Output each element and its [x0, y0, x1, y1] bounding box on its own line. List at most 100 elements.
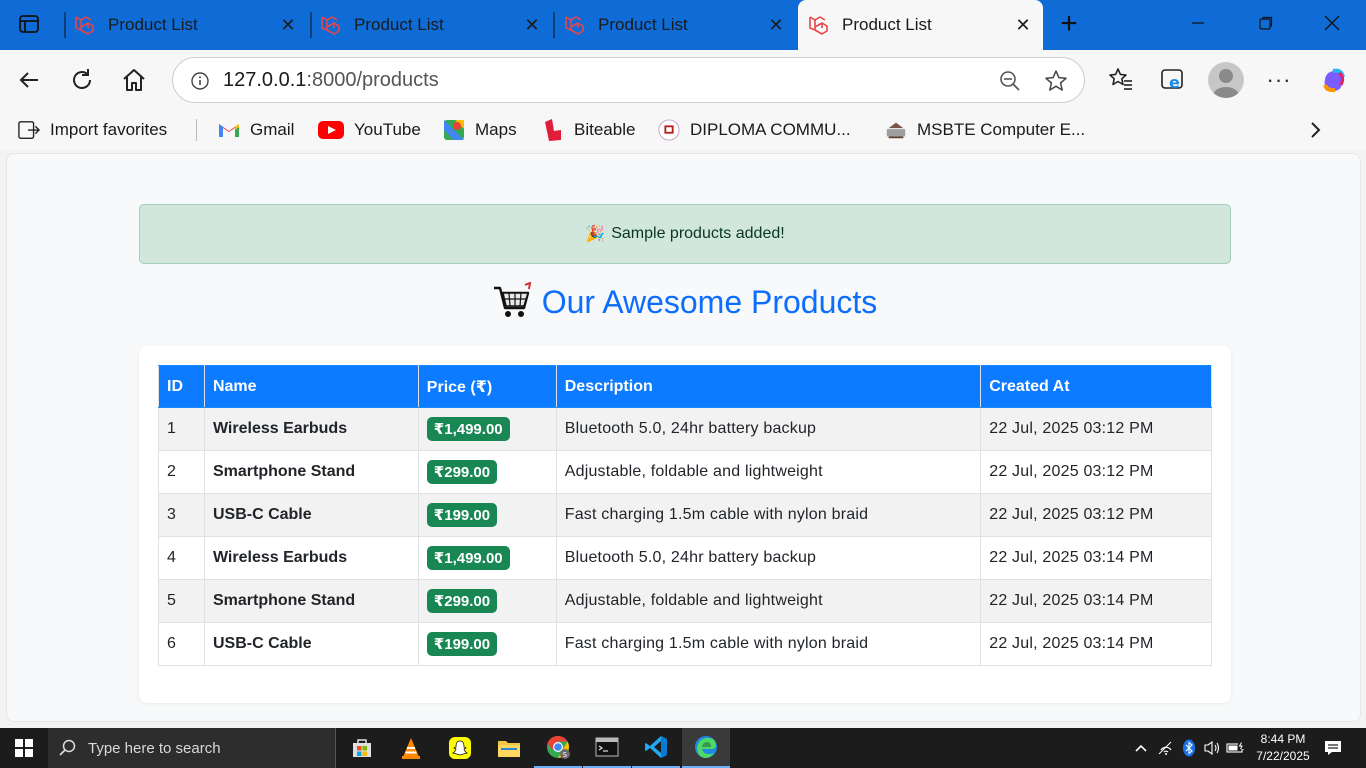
taskbar-edge[interactable]	[682, 728, 730, 768]
network-button[interactable]	[1154, 728, 1178, 768]
tab-title: Product List	[598, 15, 688, 34]
cell-name: USB-C Cable	[203, 622, 419, 666]
chevron-right-icon	[1311, 122, 1321, 138]
url-path: :8000/products	[306, 69, 439, 91]
profile-avatar[interactable]	[1208, 62, 1244, 98]
favorite-star-icon[interactable]	[1039, 64, 1073, 98]
bluetooth-icon	[1183, 739, 1195, 757]
taskbar-vscode[interactable]	[632, 728, 680, 768]
taskbar-clock[interactable]: 8:44 PM 7/22/2025	[1248, 731, 1318, 765]
tab-3[interactable]: Product List ✕	[562, 0, 796, 50]
favorite-youtube[interactable]: YouTube	[318, 118, 421, 142]
tab-title: Product List	[108, 15, 198, 34]
favorite-gmail[interactable]: Gmail	[218, 118, 294, 142]
favorite-label: DIPLOMA COMMU...	[690, 120, 851, 139]
favorite-msbte[interactable]: MSBTE Computer E...	[885, 118, 1085, 142]
column-header-id[interactable]: ID	[158, 365, 205, 408]
column-header-name[interactable]: Name	[203, 365, 419, 408]
tab-actions-button[interactable]	[10, 6, 48, 42]
taskbar-microsoft-store[interactable]	[338, 728, 386, 768]
taskbar-vlc[interactable]	[387, 728, 435, 768]
favorites-button[interactable]	[1102, 61, 1140, 99]
favorite-biteable[interactable]: Biteable	[542, 118, 635, 142]
tab-separator	[64, 12, 66, 38]
cell-name: Wireless Earbuds	[203, 407, 419, 451]
laravel-icon	[565, 16, 584, 35]
plus-icon: +	[1060, 7, 1078, 40]
copilot-icon	[1323, 68, 1345, 93]
table-row: 3 USB-C Cable ₹199.00 Fast charging 1.5m…	[158, 493, 1212, 537]
table-row: 4 Wireless Earbuds ₹1,499.00 Bluetooth 5…	[158, 536, 1212, 580]
close-icon[interactable]: ✕	[274, 11, 302, 39]
more-dots-icon: ···	[1266, 67, 1292, 92]
volume-button[interactable]	[1200, 728, 1224, 768]
table-row: 1 Wireless Earbuds ₹1,499.00 Bluetooth 5…	[158, 407, 1212, 451]
clock-date: 7/22/2025	[1256, 749, 1310, 763]
minimize-button[interactable]	[1164, 0, 1232, 46]
url-text[interactable]: 127.0.0.1:8000/products	[223, 69, 439, 92]
tab-2[interactable]: Product List ✕	[318, 0, 552, 50]
address-bar[interactable]: 127.0.0.1:8000/products	[172, 57, 1085, 103]
favorites-list-icon	[1109, 68, 1132, 90]
column-header-created-at[interactable]: Created At	[980, 365, 1212, 408]
tab-title: Product List	[842, 15, 932, 34]
taskbar-terminal[interactable]	[583, 728, 631, 768]
bluetooth-button[interactable]	[1178, 728, 1200, 768]
favorite-label: Gmail	[250, 120, 295, 139]
table-row: 2 Smartphone Stand ₹299.00 Adjustable, f…	[158, 450, 1212, 494]
favorites-separator	[196, 119, 197, 141]
products-card: ID Name Price (₹) Description Created At…	[139, 346, 1231, 703]
start-button[interactable]	[0, 728, 48, 768]
price-badge: ₹1,499.00	[426, 417, 510, 441]
refresh-button[interactable]	[63, 61, 101, 99]
taskbar-chrome[interactable]: S	[534, 728, 582, 768]
show-hidden-icons-button[interactable]	[1130, 728, 1152, 768]
cell-created-at: 22 Jul, 2025 03:12 PM	[980, 450, 1212, 494]
alert-message: Sample products added!	[611, 225, 785, 242]
taskbar-file-explorer[interactable]	[485, 728, 533, 768]
cell-price: ₹199.00	[417, 493, 557, 537]
cell-description: Bluetooth 5.0, 24hr battery backup	[555, 407, 982, 451]
site-info-icon[interactable]	[183, 64, 217, 98]
favorite-diploma[interactable]: DIPLOMA COMMU...	[658, 118, 851, 142]
battery-button[interactable]	[1224, 728, 1248, 768]
tab-title: Product List	[354, 15, 444, 34]
cell-price: ₹199.00	[417, 622, 557, 666]
svg-text:e: e	[1169, 73, 1180, 92]
cell-created-at: 22 Jul, 2025 03:12 PM	[980, 493, 1212, 537]
back-button[interactable]	[10, 61, 48, 99]
cell-price: ₹1,499.00	[417, 536, 557, 580]
ie-mode-button[interactable]: e	[1154, 61, 1192, 99]
settings-more-button[interactable]: ···	[1260, 61, 1298, 99]
import-icon	[18, 119, 40, 141]
cell-name: Smartphone Stand	[203, 450, 419, 494]
home-button[interactable]	[115, 61, 153, 99]
wifi-icon	[1158, 741, 1172, 755]
gmail-icon	[218, 119, 240, 141]
close-icon[interactable]: ✕	[1009, 11, 1037, 39]
column-header-price[interactable]: Price (₹)	[417, 365, 557, 408]
close-icon[interactable]: ✕	[518, 11, 546, 39]
favorite-import[interactable]: Import favorites	[18, 118, 167, 142]
tab-4-active[interactable]: Product List ✕	[798, 0, 1043, 50]
notifications-button[interactable]	[1318, 728, 1348, 768]
column-header-description[interactable]: Description	[555, 365, 982, 408]
price-badge: ₹1,499.00	[426, 546, 510, 570]
close-window-button[interactable]	[1298, 0, 1366, 46]
restore-button[interactable]	[1232, 0, 1300, 46]
zoom-icon[interactable]	[993, 64, 1027, 98]
new-tab-button[interactable]: +	[1050, 5, 1088, 43]
tab-1[interactable]: Product List ✕	[72, 0, 308, 50]
favorites-more-button[interactable]	[1300, 116, 1330, 144]
cell-name: Smartphone Stand	[203, 579, 419, 623]
taskbar-snapchat[interactable]	[436, 728, 484, 768]
cell-price: ₹299.00	[417, 450, 557, 494]
tab-separator	[553, 12, 555, 38]
copilot-button[interactable]	[1315, 61, 1353, 99]
taskbar-search[interactable]: Type here to search	[48, 728, 336, 768]
notification-icon	[1325, 741, 1341, 755]
restore-icon	[1259, 16, 1273, 30]
close-icon[interactable]: ✕	[762, 11, 790, 39]
price-badge: ₹199.00	[426, 632, 498, 656]
favorite-maps[interactable]: Maps	[443, 118, 517, 142]
